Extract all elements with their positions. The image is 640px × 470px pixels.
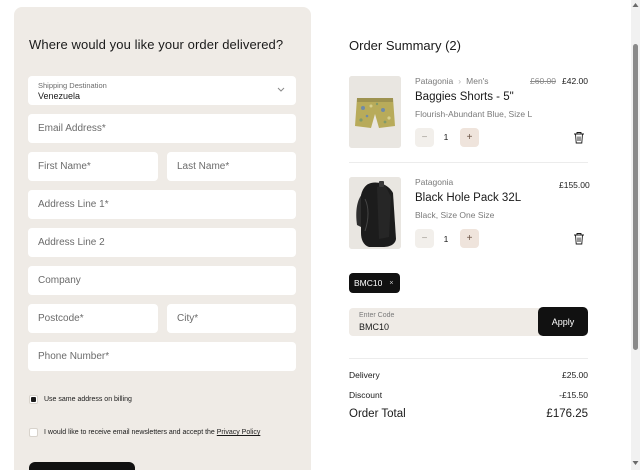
trash-icon[interactable] [573, 131, 585, 144]
city-field[interactable]: City* [167, 304, 296, 333]
scroll-down-icon[interactable] [632, 460, 639, 466]
item-divider [349, 162, 588, 163]
order-summary-title: Order Summary (2) [349, 38, 461, 53]
item-2-quantity: 1 [443, 234, 449, 244]
same-billing-checkbox[interactable] [29, 395, 38, 404]
delivery-label: Delivery [349, 370, 380, 380]
address-line-2-placeholder: Address Line 2 [38, 237, 105, 248]
promo-chip-label: BMC10 [354, 278, 383, 288]
delivery-title: Where would you like your order delivere… [29, 37, 284, 52]
postcode-field[interactable]: Postcode* [28, 304, 158, 333]
chevron-down-icon [277, 87, 285, 92]
shipping-destination-select[interactable]: Shipping Destination Venezuela [28, 76, 296, 105]
address-line-1-field[interactable]: Address Line 1* [28, 190, 296, 219]
item-1-decrease-button[interactable]: − [415, 128, 434, 147]
delivery-panel: Where would you like your order delivere… [14, 7, 311, 470]
close-icon[interactable]: × [389, 280, 393, 287]
same-billing-label: Use same address on billing [44, 396, 132, 403]
shipping-destination-value: Venezuela [38, 91, 81, 101]
promo-code-value: BMC10 [359, 322, 390, 332]
delivery-value: £25.00 [562, 370, 588, 380]
scrollbar[interactable] [631, 0, 640, 470]
backpack-image [349, 177, 401, 249]
item-2-brand: Patagonia [415, 177, 454, 187]
privacy-policy-link[interactable]: Privacy Policy [217, 429, 261, 436]
company-placeholder: Company [38, 275, 81, 286]
newsletter-label-text: I would like to receive email newsletter… [44, 429, 217, 436]
promo-code-label: Enter Code [359, 312, 395, 319]
item-1-category: Men's [466, 76, 489, 86]
item-1-name[interactable]: Baggies Shorts - 5" [415, 91, 514, 103]
applied-promo-chip[interactable]: BMC10 × [349, 273, 400, 293]
last-name-placeholder: Last Name* [177, 161, 230, 172]
discount-value: -£15.50 [559, 390, 588, 400]
trash-icon[interactable] [573, 232, 585, 245]
address-line-2-field[interactable]: Address Line 2 [28, 228, 296, 257]
shipping-destination-label: Shipping Destination [38, 81, 107, 90]
item-2-name[interactable]: Black Hole Pack 32L [415, 192, 521, 204]
phone-number-field[interactable]: Phone Number* [28, 342, 296, 371]
item-1-original-price: £60.00 [530, 76, 556, 86]
newsletter-row: I would like to receive email newsletter… [29, 428, 260, 437]
item-1-variant: Flourish-Abundant Blue, Size L [415, 109, 533, 119]
city-placeholder: City* [177, 313, 199, 324]
first-name-placeholder: First Name* [38, 161, 91, 172]
checkout-page: Where would you like your order delivere… [0, 0, 640, 470]
item-2-variant: Black, Size One Size [415, 210, 495, 220]
item-1-price: £42.00 [562, 76, 588, 86]
totals-divider [349, 358, 588, 359]
product-image-backpack[interactable] [349, 177, 401, 249]
product-image-shorts[interactable] [349, 76, 401, 148]
scroll-up-icon[interactable] [632, 2, 639, 8]
company-field[interactable]: Company [28, 266, 296, 295]
address-line-1-placeholder: Address Line 1* [38, 199, 109, 210]
continue-button[interactable] [29, 462, 135, 470]
newsletter-label: I would like to receive email newsletter… [44, 429, 260, 436]
promo-code-input[interactable]: Enter Code BMC10 [349, 308, 541, 336]
apply-button[interactable]: Apply [538, 307, 588, 336]
first-name-field[interactable]: First Name* [28, 152, 158, 181]
phone-number-placeholder: Phone Number* [38, 351, 110, 362]
item-2-decrease-button[interactable]: − [415, 229, 434, 248]
scrollbar-thumb[interactable] [633, 44, 638, 350]
shorts-image [349, 76, 401, 148]
last-name-field[interactable]: Last Name* [167, 152, 296, 181]
same-billing-row: Use same address on billing [29, 395, 132, 404]
item-1-brand-line: Patagonia › Men's [415, 76, 489, 86]
check-dot-icon [31, 397, 36, 402]
item-1-increase-button[interactable]: + [460, 128, 479, 147]
email-placeholder: Email Address* [38, 123, 106, 134]
order-total-value: £176.25 [546, 408, 588, 420]
postcode-placeholder: Postcode* [38, 313, 84, 324]
newsletter-checkbox[interactable] [29, 428, 38, 437]
chevron-right-icon: › [458, 76, 462, 86]
order-total-label: Order Total [349, 408, 406, 420]
item-2-price: £155.00 [559, 180, 590, 190]
item-1-brand: Patagonia [415, 76, 454, 86]
discount-label: Discount [349, 390, 383, 400]
item-1-quantity: 1 [443, 132, 449, 142]
email-field[interactable]: Email Address* [28, 114, 296, 143]
item-2-increase-button[interactable]: + [460, 229, 479, 248]
